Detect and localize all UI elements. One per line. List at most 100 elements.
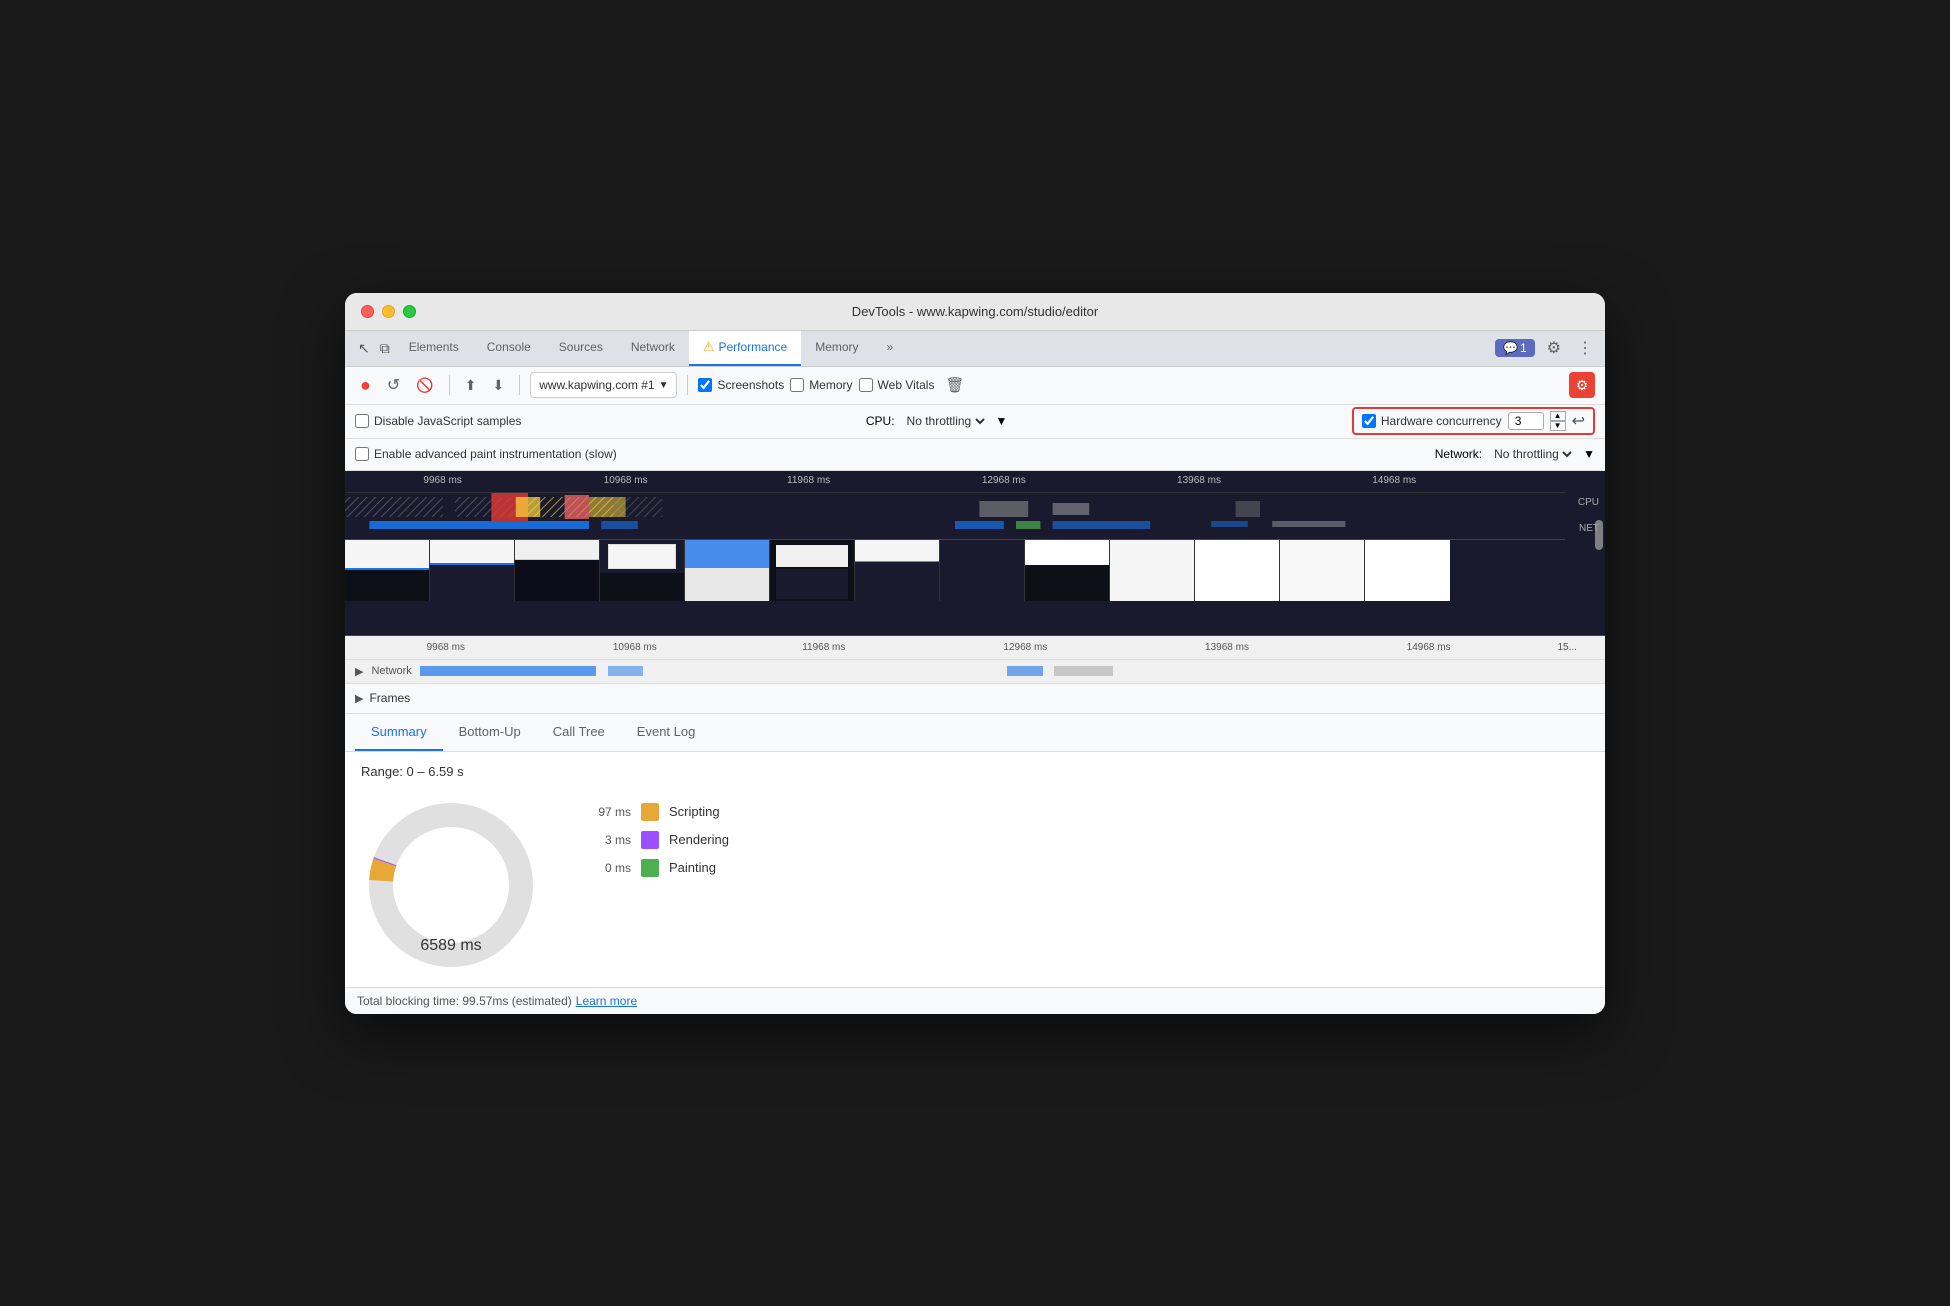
hw-increment-button[interactable]: ▲ <box>1550 411 1566 421</box>
url-value: www.kapwing.com #1 <box>539 378 654 392</box>
nav-actions: 💬 1 ⚙ ⋮ <box>1495 334 1597 362</box>
hw-decrement-button[interactable]: ▼ <box>1550 421 1566 431</box>
devtools-window: DevTools - www.kapwing.com/studio/editor… <box>345 293 1605 1014</box>
rendering-label: Rendering <box>669 832 729 847</box>
screenshot-3 <box>515 540 600 601</box>
trash-button[interactable]: 🗑 <box>940 373 969 397</box>
screenshots-strip <box>345 539 1565 601</box>
memory-checkbox[interactable] <box>790 378 804 392</box>
scripting-label: Scripting <box>669 804 720 819</box>
ruler-label-2: 10968 ms <box>604 475 648 486</box>
traffic-lights <box>361 305 416 318</box>
status-bar: Total blocking time: 99.57ms (estimated)… <box>345 987 1605 1014</box>
frames-row: ▶ Frames <box>345 684 1605 714</box>
ruler-label-4: 12968 ms <box>982 475 1026 486</box>
memory-checkbox-label[interactable]: Memory <box>790 378 852 392</box>
minimize-button[interactable] <box>382 305 395 318</box>
tab-elements[interactable]: Elements <box>395 330 473 366</box>
title-bar: DevTools - www.kapwing.com/studio/editor <box>345 293 1605 331</box>
status-text: Total blocking time: 99.57ms (estimated) <box>357 994 572 1008</box>
bottom-ruler: 9968 ms 10968 ms 11968 ms 12968 ms 13968… <box>345 636 1605 660</box>
legend-painting: 0 ms Painting <box>581 859 729 877</box>
screenshot-1 <box>345 540 430 601</box>
painting-color <box>641 859 659 877</box>
tab-calltree[interactable]: Call Tree <box>537 713 621 751</box>
notification-button[interactable]: 💬 1 <box>1495 339 1535 357</box>
summary-panel: Range: 0 – 6.59 s 6589 ms <box>345 752 1605 987</box>
pie-center-label: 6589 ms <box>420 937 481 955</box>
download-button[interactable]: ⬇ <box>487 374 509 397</box>
tab-bottomup[interactable]: Bottom-Up <box>443 713 537 751</box>
options-row-1: Disable JavaScript samples CPU: No throt… <box>345 405 1605 439</box>
layers-icon[interactable]: ⧉ <box>375 337 395 360</box>
bottom-label-5: 13968 ms <box>1205 642 1249 653</box>
screenshot-8 <box>940 540 1025 601</box>
frames-label: Frames <box>369 691 410 705</box>
tab-eventlog[interactable]: Event Log <box>621 713 712 751</box>
screenshot-4 <box>600 540 685 601</box>
record-button[interactable]: ● <box>355 372 376 399</box>
options-row-2: Enable advanced paint instrumentation (s… <box>345 439 1605 471</box>
url-selector[interactable]: www.kapwing.com #1 ▼ <box>530 372 677 398</box>
bottom-label-1: 9968 ms <box>427 642 465 653</box>
cpu-label: CPU: <box>866 414 895 428</box>
cursor-icon[interactable]: ↖ <box>353 337 375 360</box>
close-button[interactable] <box>361 305 374 318</box>
window-title: DevTools - www.kapwing.com/studio/editor <box>852 304 1098 319</box>
screenshot-5 <box>685 540 770 601</box>
ruler-label-6: 14968 ms <box>1372 475 1416 486</box>
ruler-label-1: 9968 ms <box>423 475 461 486</box>
separator-3 <box>687 375 688 395</box>
timeline-area[interactable]: 9968 ms 10968 ms 11968 ms 12968 ms 13968… <box>345 471 1605 636</box>
expand-frames-button[interactable]: ▶ <box>355 692 363 705</box>
screenshots-checkbox[interactable] <box>698 378 712 392</box>
webvitals-checkbox[interactable] <box>859 378 873 392</box>
tab-console[interactable]: Console <box>473 330 545 366</box>
screenshot-2 <box>430 540 515 601</box>
net-chart <box>345 521 1565 537</box>
bottom-label-4: 12968 ms <box>1003 642 1047 653</box>
pie-chart-area: 6589 ms <box>361 795 541 975</box>
more-button[interactable]: ⋮ <box>1573 334 1597 362</box>
scroll-indicator <box>1595 520 1603 550</box>
hw-concurrency-checkbox[interactable] <box>1362 414 1376 428</box>
advanced-paint-label[interactable]: Enable advanced paint instrumentation (s… <box>355 447 617 461</box>
scripting-value: 97 ms <box>581 805 631 819</box>
network-throttle-select[interactable]: No throttling <box>1490 446 1575 462</box>
clear-button[interactable]: 🚫 <box>411 374 438 397</box>
hw-concurrency-label[interactable]: Hardware concurrency <box>1362 414 1502 428</box>
legend-area: 97 ms Scripting 3 ms Rendering 0 ms Pain… <box>581 803 729 877</box>
undo-button[interactable]: ↩ <box>1572 411 1585 431</box>
disable-js-checkbox[interactable] <box>355 414 369 428</box>
bottom-label-2: 10968 ms <box>613 642 657 653</box>
webvitals-checkbox-label[interactable]: Web Vitals <box>859 378 935 392</box>
cpu-chart <box>345 493 1565 521</box>
tab-performance[interactable]: ⚠ Performance <box>689 330 801 366</box>
bottom-label-7: 15... <box>1557 642 1576 653</box>
tab-network[interactable]: Network <box>617 330 689 366</box>
rendering-value: 3 ms <box>581 833 631 847</box>
advanced-paint-checkbox[interactable] <box>355 447 369 461</box>
settings-gear-button[interactable]: ⚙ <box>1569 372 1595 398</box>
ruler-label-5: 13968 ms <box>1177 475 1221 486</box>
painting-label: Painting <box>669 860 716 875</box>
screenshot-9 <box>1025 540 1110 601</box>
upload-button[interactable]: ⬆ <box>460 374 482 397</box>
ruler-label-3: 11968 ms <box>787 475 830 486</box>
tab-sources[interactable]: Sources <box>545 330 617 366</box>
screenshots-checkbox-label[interactable]: Screenshots <box>698 378 784 392</box>
bottom-label-6: 14968 ms <box>1407 642 1451 653</box>
hw-concurrency-input[interactable]: 3 <box>1508 412 1544 430</box>
tab-more[interactable]: » <box>873 330 908 366</box>
painting-value: 0 ms <box>581 861 631 875</box>
settings-button[interactable]: ⚙ <box>1543 334 1565 362</box>
disable-js-label[interactable]: Disable JavaScript samples <box>355 414 521 428</box>
learn-more-link[interactable]: Learn more <box>576 994 637 1008</box>
reload-button[interactable]: ↺ <box>382 372 405 398</box>
screenshot-12 <box>1280 540 1365 601</box>
maximize-button[interactable] <box>403 305 416 318</box>
range-text: Range: 0 – 6.59 s <box>361 764 1589 779</box>
tab-summary[interactable]: Summary <box>355 713 443 751</box>
tab-memory[interactable]: Memory <box>801 330 872 366</box>
cpu-throttle-select[interactable]: No throttling <box>903 413 988 429</box>
